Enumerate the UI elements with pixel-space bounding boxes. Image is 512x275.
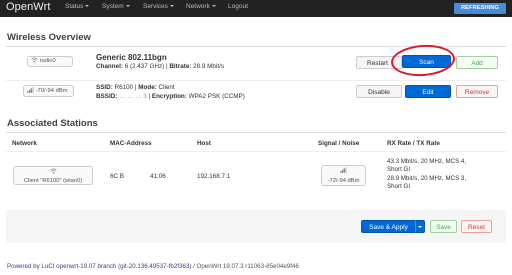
save-apply-dropdown-toggle[interactable] bbox=[415, 220, 425, 233]
menu-status-label: Status bbox=[65, 3, 84, 10]
chevron-down-icon bbox=[125, 5, 130, 8]
signal-strength-icon bbox=[27, 87, 34, 94]
bitrate-value: 28.9 Mbit/s bbox=[193, 63, 224, 70]
chevron-down-icon bbox=[211, 5, 216, 8]
chevron-down-icon bbox=[169, 5, 174, 8]
menu-services-label: Services bbox=[143, 3, 168, 10]
device-name: Generic 802.11bgn bbox=[96, 53, 167, 62]
station-host: 192.168.7.1 bbox=[197, 173, 231, 180]
network-ssid-info: SSID: R6100 | Mode: Client bbox=[96, 84, 175, 91]
radio-badge: radio0 bbox=[27, 56, 73, 67]
wifi-icon bbox=[31, 57, 38, 64]
brand-logo[interactable]: OpenWrt bbox=[6, 1, 51, 13]
column-header-rate: RX Rate / TX Rate bbox=[387, 140, 440, 147]
station-network-badge: Client "R6100" (wlan0) bbox=[13, 166, 93, 185]
ssid-value: R6100 bbox=[114, 84, 134, 91]
disable-button[interactable]: Disable bbox=[356, 85, 402, 98]
channel-label: Channel: bbox=[96, 63, 123, 70]
signal-badge: -70/-94 dBm bbox=[23, 85, 74, 97]
row-divider bbox=[6, 80, 506, 81]
top-navbar: OpenWrt Status System Services Network L… bbox=[0, 0, 512, 17]
station-mac: 6C B 41:06 bbox=[110, 173, 166, 180]
bssid-label: BSSID: bbox=[96, 93, 118, 100]
menu-services[interactable]: Services bbox=[143, 3, 174, 10]
channel-value: 6 (2.437 GHz) bbox=[124, 63, 165, 70]
save-button[interactable]: Save bbox=[430, 220, 457, 233]
menu-system[interactable]: System bbox=[102, 3, 130, 10]
wifi-icon bbox=[49, 168, 57, 174]
edit-button[interactable]: Edit bbox=[405, 85, 451, 98]
row-divider bbox=[6, 151, 506, 152]
bssid-value: … … … 3 bbox=[119, 93, 147, 100]
mac-start: 6C B bbox=[110, 173, 124, 180]
station-signal-badge: -72/-94 dBm bbox=[321, 165, 366, 186]
menu-network[interactable]: Network bbox=[186, 3, 216, 10]
station-network-label: Client "R6100" (wlan0) bbox=[23, 178, 83, 184]
add-button[interactable]: Add bbox=[456, 56, 498, 69]
section-divider bbox=[6, 132, 506, 133]
ssid-label: SSID: bbox=[96, 84, 113, 91]
signal-badge-label: -70/-94 dBm bbox=[35, 88, 68, 94]
mac-end: 41:06 bbox=[150, 173, 166, 180]
luci-link[interactable]: Powered by LuCI openwrt-19.07 branch (gi… bbox=[7, 263, 191, 270]
rx-rate-line1: 43.3 Mbit/s, 20 MHz, MCS 4, bbox=[387, 158, 467, 165]
signal-strength-icon bbox=[340, 167, 347, 173]
menu-logout[interactable]: Logout bbox=[228, 3, 248, 10]
device-channel-info: Channel: 6 (2.437 GHz) | Bitrate: 28.9 M… bbox=[96, 63, 224, 70]
encryption-value: WPA2 PSK (CCMP) bbox=[188, 93, 245, 100]
network-bssid-info: BSSID: … … … 3 | Encryption: WPA2 PSK (C… bbox=[96, 93, 245, 100]
rx-rate-line2: Short GI bbox=[387, 166, 411, 174]
column-header-mac: MAC-Address bbox=[110, 140, 152, 147]
reset-button[interactable]: Reset bbox=[461, 220, 492, 233]
station-rates: 43.3 Mbit/s, 20 MHz, MCS 4, Short GI 28.… bbox=[387, 158, 466, 192]
tx-rate-line2: Short GI bbox=[387, 183, 411, 191]
page-footer: Powered by LuCI openwrt-19.07 branch (gi… bbox=[7, 263, 299, 270]
menu-status[interactable]: Status bbox=[65, 3, 90, 10]
column-header-signal: Signal / Noise bbox=[318, 140, 360, 147]
remove-button[interactable]: Remove bbox=[456, 85, 498, 98]
annotation-circle bbox=[389, 42, 457, 79]
mode-value: Client bbox=[158, 84, 175, 91]
column-header-host: Host bbox=[197, 140, 211, 147]
save-apply-button[interactable]: Save & Apply bbox=[361, 220, 416, 233]
openwrt-version: / OpenWrt 19.07.3 r11063-85e04e9f46 bbox=[191, 263, 299, 270]
menu-network-label: Network bbox=[186, 3, 210, 10]
tx-rate-line1: 28.9 Mbit/s, 20 MHz, MCS 3, bbox=[387, 174, 467, 182]
encryption-label: Encryption: bbox=[151, 93, 187, 100]
chevron-down-icon bbox=[85, 5, 90, 8]
menu-system-label: System bbox=[102, 3, 124, 10]
associated-stations-title: Associated Stations bbox=[7, 118, 98, 129]
mode-label: Mode: bbox=[138, 84, 157, 91]
wireless-overview-title: Wireless Overview bbox=[7, 32, 91, 43]
refreshing-badge[interactable]: REFRESHING bbox=[454, 3, 506, 14]
radio-badge-label: radio0 bbox=[39, 58, 56, 64]
chevron-down-icon bbox=[418, 226, 422, 229]
bitrate-label: Bitrate: bbox=[169, 63, 192, 70]
column-header-network: Network bbox=[12, 140, 37, 147]
station-signal-label: -72/-94 dBm bbox=[327, 178, 360, 184]
